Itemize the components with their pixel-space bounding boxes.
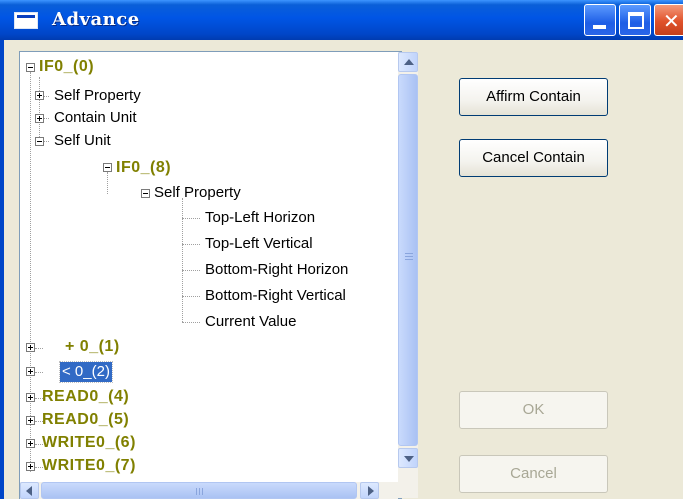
title-bar[interactable]: Advance ✕ [0,0,683,40]
tree-line [182,198,183,322]
affirm-contain-button[interactable]: Affirm Contain [459,78,608,116]
cancel-button[interactable]: Cancel [459,455,608,493]
tree-line [182,270,200,271]
tree-line [182,322,200,323]
tree-node-read0-4[interactable]: READ0_(4) [42,387,129,407]
maximize-icon [628,12,644,29]
tree-node-self-unit[interactable]: Self Unit [54,131,111,151]
expand-icon[interactable] [26,343,35,352]
minimize-button[interactable] [584,4,616,36]
close-icon: ✕ [663,9,680,33]
arrow-up-icon [404,59,414,65]
tree-node-less-0-2-selected[interactable]: < 0_(2) [59,361,113,383]
tree-view[interactable]: IF0_(0) Self Property Contain Unit Self … [19,51,402,499]
tree-line [30,72,31,472]
cancel-contain-button[interactable]: Cancel Contain [459,139,608,177]
tree-leaf-top-left-horizon[interactable]: Top-Left Horizon [205,208,315,228]
tree-leaf-bottom-right-vertical[interactable]: Bottom-Right Vertical [205,286,346,306]
collapse-icon[interactable] [26,63,35,72]
tree-node-read0-5[interactable]: READ0_(5) [42,410,129,430]
tree-node-write0-7[interactable]: WRITE0_(7) [42,456,136,476]
grip-icon [405,259,413,260]
expand-icon[interactable] [26,367,35,376]
tree-node-if0-0[interactable]: IF0_(0) [39,57,94,77]
arrow-down-icon [404,456,414,462]
tree-line [39,77,40,141]
tree-node-contain-unit[interactable]: Contain Unit [54,108,137,128]
close-button[interactable]: ✕ [654,4,683,36]
collapse-icon[interactable] [35,137,44,146]
expand-icon[interactable] [35,114,44,123]
expand-icon[interactable] [26,416,35,425]
scroll-thumb[interactable] [398,74,418,446]
tree-node-plus-0-1[interactable]: + 0_(1) [65,337,120,357]
horizontal-scrollbar[interactable] [20,482,398,499]
arrow-right-icon [368,486,374,496]
tree-leaf-bottom-right-horizon[interactable]: Bottom-Right Horizon [205,260,348,280]
expand-icon[interactable] [26,439,35,448]
scroll-down-button[interactable] [398,448,418,468]
minimize-icon [593,25,606,29]
tree-node-write0-6[interactable]: WRITE0_(6) [42,433,136,453]
window-title: Advance [52,9,140,30]
tree-line [182,244,200,245]
horizontal-scroll-thumb[interactable] [41,482,357,499]
collapse-icon[interactable] [141,189,150,198]
tree-line [182,296,200,297]
grip-icon [199,488,200,495]
window-icon [14,12,38,29]
window-border [0,40,4,499]
vertical-scrollbar[interactable] [398,52,418,498]
grip-icon [202,488,203,495]
tree-node-if0-8[interactable]: IF0_(8) [116,158,171,178]
tree-line [35,372,43,373]
ok-button[interactable]: OK [459,391,608,429]
grip-icon [196,488,197,495]
tree-node-self-property[interactable]: Self Property [54,86,141,106]
scroll-right-button[interactable] [360,482,379,499]
grip-icon [405,253,413,254]
expand-icon[interactable] [26,462,35,471]
scroll-left-button[interactable] [20,482,39,499]
tree-line [107,172,108,194]
collapse-icon[interactable] [103,163,112,172]
tree-node-self-property-child[interactable]: Self Property [154,183,241,203]
expand-icon[interactable] [35,91,44,100]
tree-line [35,348,43,349]
maximize-button[interactable] [619,4,651,36]
arrow-left-icon [26,486,32,496]
tree-leaf-top-left-vertical[interactable]: Top-Left Vertical [205,234,313,254]
expand-icon[interactable] [26,393,35,402]
grip-icon [405,256,413,257]
tree-line [182,218,200,219]
tree-leaf-current-value[interactable]: Current Value [205,312,296,332]
scroll-up-button[interactable] [398,52,418,72]
